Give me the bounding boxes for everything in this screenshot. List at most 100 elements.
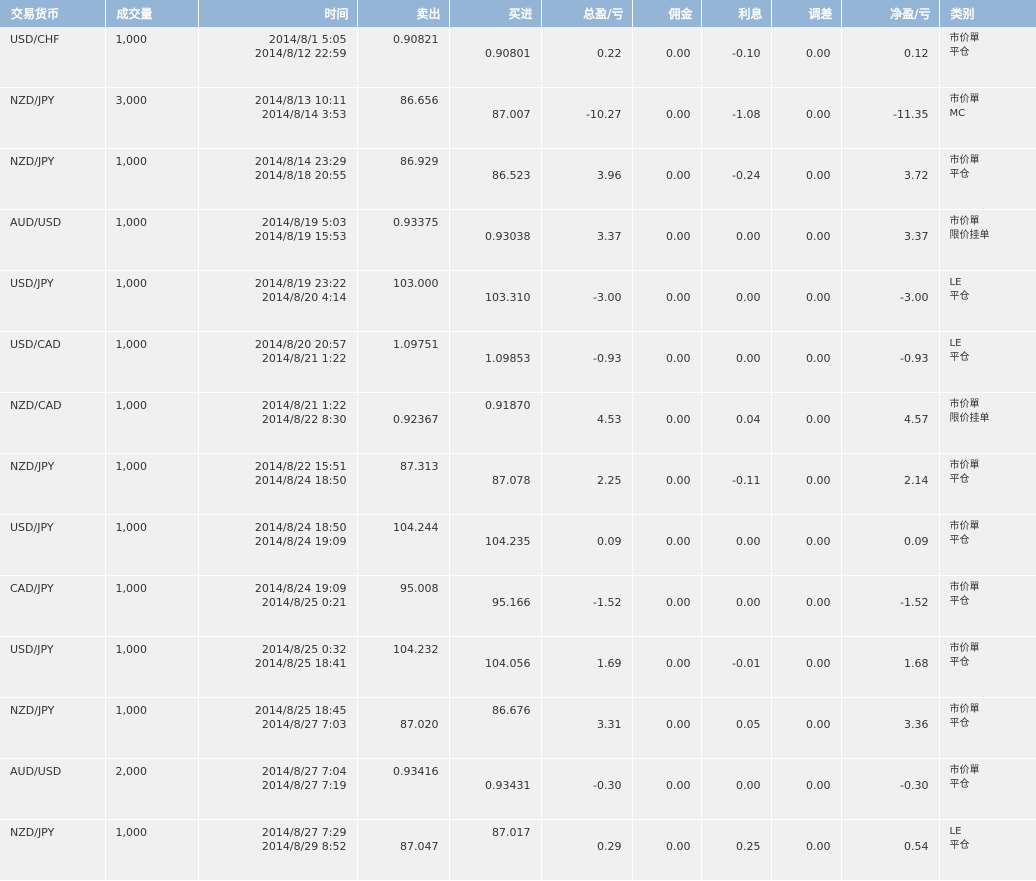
cell-interest: -0.11 bbox=[701, 453, 772, 515]
time-open: 2014/8/22 15:51 bbox=[254, 460, 347, 473]
table-row[interactable]: NZD/JPY 1,000 2014/8/25 18:45 2014/8/27 7:0… bbox=[0, 697, 1036, 759]
cell-net-pl: 3.37 bbox=[841, 209, 940, 271]
cell-currency: CAD/JPY bbox=[0, 575, 106, 637]
cell-currency: USD/JPY bbox=[0, 270, 106, 332]
table-row[interactable]: NZD/CAD 1,000 2014/8/21 1:22 2014/8/22 8:30… bbox=[0, 392, 1036, 454]
type-close: 平仓 bbox=[949, 352, 970, 363]
cell-commission: 0.00 bbox=[632, 27, 702, 88]
cell-commission: 0.00 bbox=[632, 270, 702, 332]
table-row[interactable]: NZD/JPY 1,000 2014/8/27 7:29 2014/8/29 8:52… bbox=[0, 819, 1036, 881]
col-header-volume[interactable]: 成交量 bbox=[105, 0, 199, 27]
cell-sell: 104.232 bbox=[357, 636, 450, 698]
cell-commission: 0.00 bbox=[632, 697, 702, 759]
cell-adjustment: 0.00 bbox=[771, 148, 842, 210]
type-open: 市价單 bbox=[949, 643, 980, 654]
type-close: 平仓 bbox=[949, 596, 970, 607]
type-close: 限价挂单 bbox=[949, 230, 990, 241]
time-open: 2014/8/27 7:29 bbox=[261, 826, 347, 839]
col-header-type[interactable]: 类别 bbox=[939, 0, 1036, 27]
table-row[interactable]: AUD/USD 2,000 2014/8/27 7:04 2014/8/27 7:19… bbox=[0, 758, 1036, 820]
cell-sell: 86.929 bbox=[357, 148, 450, 210]
cell-interest: 0.25 bbox=[701, 819, 772, 881]
cell-type: 市价單 平仓 bbox=[939, 514, 1036, 576]
cell-time: 2014/8/19 23:22 2014/8/20 4:14 bbox=[198, 270, 358, 332]
cell-gross-pl: 0.29 bbox=[541, 819, 633, 881]
type-close: MC bbox=[949, 108, 966, 119]
cell-adjustment: 0.00 bbox=[771, 27, 842, 88]
cell-sell: 87.020 bbox=[357, 697, 450, 759]
cell-adjustment: 0.00 bbox=[771, 575, 842, 637]
table-row[interactable]: NZD/JPY 1,000 2014/8/22 15:51 2014/8/24 18:… bbox=[0, 453, 1036, 515]
cell-interest: 0.00 bbox=[701, 331, 772, 393]
cell-time: 2014/8/22 15:51 2014/8/24 18:50 bbox=[198, 453, 358, 515]
cell-currency: NZD/JPY bbox=[0, 148, 106, 210]
cell-interest: 0.00 bbox=[701, 209, 772, 271]
cell-commission: 0.00 bbox=[632, 758, 702, 820]
cell-time: 2014/8/1 5:05 2014/8/12 22:59 bbox=[198, 27, 358, 88]
col-header-time[interactable]: 时间 bbox=[198, 0, 358, 27]
col-header-interest[interactable]: 利息 bbox=[701, 0, 772, 27]
table-row[interactable]: NZD/JPY 1,000 2014/8/14 23:29 2014/8/18 20:… bbox=[0, 148, 1036, 210]
cell-type: LE 平仓 bbox=[939, 331, 1036, 393]
cell-type: LE 平仓 bbox=[939, 270, 1036, 332]
time-close: 2014/8/14 3:53 bbox=[261, 108, 347, 121]
cell-adjustment: 0.00 bbox=[771, 819, 842, 881]
col-header-currency[interactable]: 交易货币 bbox=[0, 0, 106, 27]
table-row[interactable]: USD/CAD 1,000 2014/8/20 20:57 2014/8/21 1:2… bbox=[0, 331, 1036, 393]
table-row[interactable]: NZD/JPY 3,000 2014/8/13 10:11 2014/8/14 3:5… bbox=[0, 87, 1036, 149]
cell-gross-pl: 3.96 bbox=[541, 148, 633, 210]
cell-sell: 0.92367 bbox=[357, 392, 450, 454]
cell-buy: 0.90801 bbox=[449, 27, 542, 88]
cell-gross-pl: 0.09 bbox=[541, 514, 633, 576]
time-close: 2014/8/27 7:03 bbox=[261, 718, 347, 731]
cell-currency: NZD/JPY bbox=[0, 819, 106, 881]
type-open: 市价單 bbox=[949, 521, 980, 532]
col-header-gross-pl[interactable]: 总盈/亏 bbox=[541, 0, 633, 27]
table-row[interactable]: USD/JPY 1,000 2014/8/25 0:32 2014/8/25 18:4… bbox=[0, 636, 1036, 698]
type-open: LE bbox=[949, 826, 962, 837]
table-row[interactable]: CAD/JPY 1,000 2014/8/24 19:09 2014/8/25 0:2… bbox=[0, 575, 1036, 637]
cell-interest: 0.00 bbox=[701, 514, 772, 576]
type-open: 市价單 bbox=[949, 765, 980, 776]
cell-buy: 87.007 bbox=[449, 87, 542, 149]
time-close: 2014/8/27 7:19 bbox=[261, 779, 347, 792]
cell-type: 市价單 平仓 bbox=[939, 148, 1036, 210]
type-open: 市价單 bbox=[949, 155, 980, 166]
cell-type: 市价單 平仓 bbox=[939, 575, 1036, 637]
cell-net-pl: 0.12 bbox=[841, 27, 940, 88]
table-row[interactable]: USD/JPY 1,000 2014/8/19 23:22 2014/8/20 4:1… bbox=[0, 270, 1036, 332]
cell-net-pl: -0.30 bbox=[841, 758, 940, 820]
cell-type: 市价單 限价挂单 bbox=[939, 209, 1036, 271]
cell-type: 市价單 平仓 bbox=[939, 27, 1036, 88]
col-header-sell[interactable]: 卖出 bbox=[357, 0, 450, 27]
type-close: 平仓 bbox=[949, 840, 970, 851]
cell-commission: 0.00 bbox=[632, 148, 702, 210]
cell-adjustment: 0.00 bbox=[771, 331, 842, 393]
col-header-buy[interactable]: 买进 bbox=[449, 0, 542, 27]
cell-currency: NZD/JPY bbox=[0, 87, 106, 149]
cell-buy: 87.017 bbox=[449, 819, 542, 881]
cell-adjustment: 0.00 bbox=[771, 636, 842, 698]
cell-interest: 0.00 bbox=[701, 575, 772, 637]
cell-net-pl: 4.57 bbox=[841, 392, 940, 454]
table-row[interactable]: USD/CHF 1,000 2014/8/1 5:05 2014/8/12 22:59… bbox=[0, 27, 1036, 88]
cell-volume: 1,000 bbox=[105, 636, 199, 698]
col-header-commission[interactable]: 佣金 bbox=[632, 0, 702, 27]
cell-type: 市价單 平仓 bbox=[939, 697, 1036, 759]
table-row[interactable]: AUD/USD 1,000 2014/8/19 5:03 2014/8/19 15:5… bbox=[0, 209, 1036, 271]
cell-volume: 2,000 bbox=[105, 758, 199, 820]
cell-net-pl: -11.35 bbox=[841, 87, 940, 149]
time-open: 2014/8/25 18:45 bbox=[254, 704, 347, 717]
type-open: 市价單 bbox=[949, 460, 980, 471]
cell-commission: 0.00 bbox=[632, 514, 702, 576]
col-header-net-pl[interactable]: 净盈/亏 bbox=[841, 0, 940, 27]
type-open: 市价單 bbox=[949, 216, 980, 227]
cell-type: 市价單 平仓 bbox=[939, 636, 1036, 698]
cell-commission: 0.00 bbox=[632, 209, 702, 271]
col-header-adjustment[interactable]: 调差 bbox=[771, 0, 842, 27]
type-close: 平仓 bbox=[949, 47, 970, 58]
table-row[interactable]: USD/JPY 1,000 2014/8/24 18:50 2014/8/24 19:… bbox=[0, 514, 1036, 576]
time-open: 2014/8/21 1:22 bbox=[261, 399, 347, 412]
time-open: 2014/8/24 19:09 bbox=[254, 582, 347, 595]
cell-time: 2014/8/27 7:04 2014/8/27 7:19 bbox=[198, 758, 358, 820]
